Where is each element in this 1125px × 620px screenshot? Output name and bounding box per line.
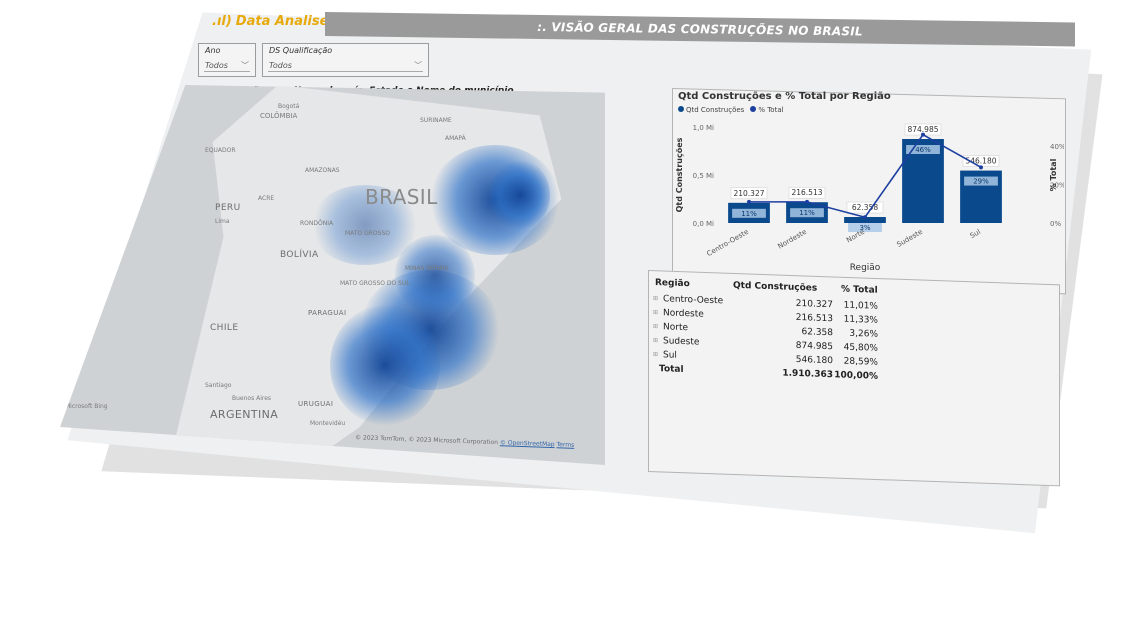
heat-cluster	[330, 305, 440, 425]
map-label-santiago: Santiago	[205, 382, 232, 389]
expand-icon[interactable]: ⊞	[653, 323, 658, 330]
pct-data-label: 29%	[973, 178, 989, 186]
x-tick-label: Sul	[969, 228, 982, 240]
table-total-pct: 100,00%	[834, 370, 878, 382]
table-total-qtd: 1.910.363	[782, 368, 833, 381]
pct-total-point	[805, 199, 809, 204]
bar-data-label: 216.513	[791, 188, 822, 197]
table-cell-pct[interactable]: 45,80%	[833, 342, 878, 354]
table-total-label: Total	[659, 364, 684, 375]
map-label-brasil: BRASIL	[365, 185, 438, 209]
y-axis-label: Qtd Construções	[675, 137, 684, 212]
map-label-paraguai: PARAGUAI	[308, 309, 347, 317]
y2-tick-label: 0%	[1050, 220, 1061, 228]
table-cell-qtd[interactable]: 546.180	[773, 354, 833, 366]
slicer-ds-label: DS Qualificação	[269, 46, 333, 55]
terms-link[interactable]: Terms	[556, 441, 574, 449]
map-label-chile: CHILE	[210, 323, 239, 333]
pct-total-point	[921, 132, 925, 137]
map-label-rondonia: RONDÔNIA	[300, 220, 334, 227]
x-tick-label: Centro-Oeste	[706, 228, 750, 258]
map-label-suriname: SURINAME	[420, 117, 452, 124]
legend-pct[interactable]: % Total	[750, 106, 784, 114]
map-label-argentina: ARGENTINA	[210, 408, 279, 421]
slicer-ano[interactable]: Ano Todos ﹀	[198, 43, 256, 77]
table-cell-qtd[interactable]: 210.327	[773, 298, 833, 310]
expand-icon[interactable]: ⊞	[653, 351, 658, 358]
map-label-minas-gerais: MINAS GERAIS	[405, 265, 449, 272]
map-label-mato-grosso: MATO GROSSO	[345, 230, 390, 237]
pct-total-point	[979, 165, 983, 170]
y2-axis-label: % Total	[1049, 158, 1058, 191]
table-cell-pct[interactable]: 3,26%	[833, 328, 878, 340]
expand-icon[interactable]: ⊞	[653, 295, 658, 302]
expand-icon[interactable]: ⊞	[653, 337, 658, 344]
table-cell-regiao[interactable]: Nordeste	[663, 308, 704, 319]
table-cell-regiao[interactable]: Sudeste	[663, 336, 699, 347]
y2-tick-label: 40%	[1050, 143, 1064, 151]
legend-qtd[interactable]: Qtd Construções	[678, 106, 744, 114]
map-label-montevideu: Montevidéu	[310, 420, 346, 427]
expand-icon[interactable]: ⊞	[653, 309, 658, 316]
table-cell-regiao[interactable]: Norte	[663, 322, 688, 333]
map-label-amapa: AMAPÁ	[445, 135, 466, 142]
table-cell-pct[interactable]: 28,59%	[833, 356, 878, 368]
chart-title: Qtd Construções e % Total por Região	[678, 91, 891, 102]
map-label-bogota: Bogotá	[278, 103, 300, 110]
map-label-bolivia: BOLÍVIA	[280, 250, 319, 260]
bar-data-label: 210.327	[733, 189, 764, 198]
combo-chart[interactable]: 1,0 Mi0,5 Mi0,0 Mi40%20%0%Qtd Construçõe…	[672, 115, 1064, 280]
x-tick-label: Sudeste	[895, 228, 924, 249]
dashboard-stage: .ıl) Data Analise :. VISÃO GERAL DAS CON…	[0, 0, 1125, 620]
bar-data-label: 874.985	[907, 125, 938, 134]
pct-data-label: 46%	[915, 146, 931, 154]
map-label-peru: PERU	[215, 203, 241, 213]
x-tick-label: Nordeste	[777, 228, 808, 251]
map-label-uruguai: URUGUAI	[298, 400, 334, 408]
logo: .ıl) Data Analise	[212, 14, 328, 29]
map-label-buenos-aires: Buenos Aires	[232, 395, 272, 402]
slicer-ano-label: Ano	[205, 46, 221, 55]
pct-data-label: 11%	[741, 210, 757, 218]
chevron-down-icon[interactable]: ﹀	[414, 60, 422, 71]
map-label-lima: Lima	[215, 218, 230, 225]
table-cell-pct[interactable]: 11,33%	[833, 314, 878, 326]
table-cell-qtd[interactable]: 216.513	[773, 312, 833, 324]
map-label-colombia: COLÔMBIA	[260, 112, 298, 120]
map-label-mato-grosso-sul: MATO GROSSO DO SUL	[340, 280, 410, 287]
table-cell-pct[interactable]: 11,01%	[833, 300, 878, 312]
pct-total-point	[747, 199, 751, 204]
map-visual[interactable]: BRASIL PERU Lima BOLÍVIA CHILE ARGENTINA…	[60, 85, 605, 465]
map-label-amazonas: AMAZONAS	[305, 167, 340, 174]
table-cell-regiao[interactable]: Sul	[663, 350, 677, 360]
x-axis-label: Região	[850, 263, 881, 273]
pct-data-label: 11%	[799, 209, 815, 217]
y-tick-label: 0,0 Mi	[693, 220, 714, 228]
slicer-ano-value[interactable]: Todos	[205, 61, 228, 70]
y-tick-label: 0,5 Mi	[693, 172, 714, 180]
table-cell-qtd[interactable]: 62.358	[773, 326, 834, 338]
slicer-ds-value[interactable]: Todos	[269, 61, 292, 70]
pct-total-point	[863, 215, 867, 220]
table-header-regiao[interactable]: Região	[655, 278, 690, 289]
south-america-land	[169, 85, 562, 465]
map-label-equador: EQUADOR	[205, 147, 236, 154]
table-cell-qtd[interactable]: 874.985	[773, 340, 833, 352]
heat-cluster	[490, 160, 550, 230]
map-label-acre: ACRE	[258, 195, 275, 202]
y-tick-label: 1,0 Mi	[693, 124, 714, 132]
table-cell-regiao[interactable]: Centro-Oeste	[663, 294, 723, 306]
bing-logo: Microsoft Bing	[65, 403, 108, 410]
slicer-ds-qualificacao[interactable]: DS Qualificação Todos ﹀	[262, 43, 429, 77]
chart-logo-icon: .ıl)	[212, 14, 232, 29]
page-title: :. VISÃO GERAL DAS CONSTRUÇÕES NO BRASIL	[537, 19, 863, 39]
table-header-pct[interactable]: % Total	[841, 284, 878, 295]
chart-legend: Qtd Construções % Total	[678, 106, 784, 114]
chevron-down-icon[interactable]: ﹀	[241, 60, 249, 71]
logo-text: Data Analise	[235, 14, 329, 29]
